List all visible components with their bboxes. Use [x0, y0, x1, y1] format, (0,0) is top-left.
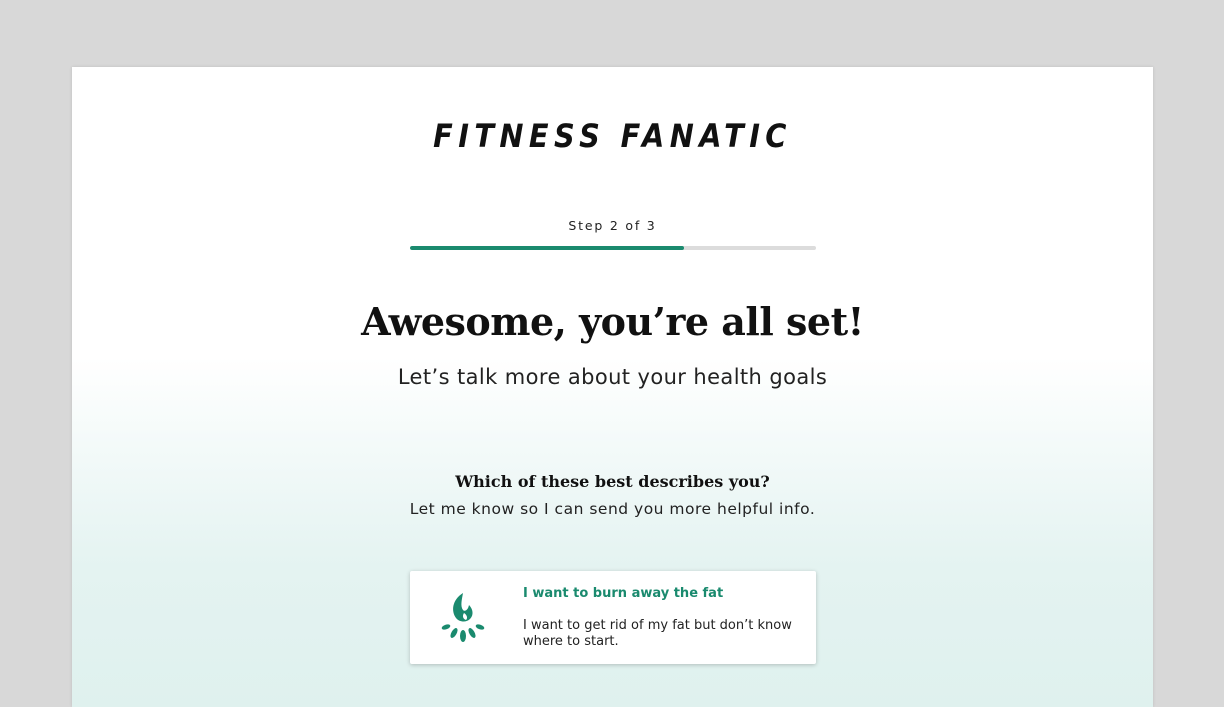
page-title: Awesome, you’re all set!: [361, 299, 864, 344]
question-subtitle: Let me know so I can send you more helpf…: [409, 500, 816, 518]
option-title: I want to burn away the fat: [523, 586, 724, 601]
progress-bar-fill: [410, 246, 684, 250]
option-description: I want to get rid of my fat but don’t kn…: [523, 618, 792, 649]
campfire-icon: [440, 591, 486, 645]
page-subtitle: Let’s talk more about your health goals: [397, 365, 828, 389]
progress-bar: [410, 246, 816, 250]
question-title: Which of these best describes you?: [455, 472, 770, 491]
onboarding-page: FITNESS FANATIC Step 2 of 3 Awesome, you…: [72, 67, 1153, 707]
step-indicator: Step 2 of 3: [568, 218, 657, 233]
option-card-burn-fat[interactable]: I want to burn away the fat I want to ge…: [410, 571, 816, 664]
brand-logo: FITNESS FANATIC: [433, 117, 792, 155]
